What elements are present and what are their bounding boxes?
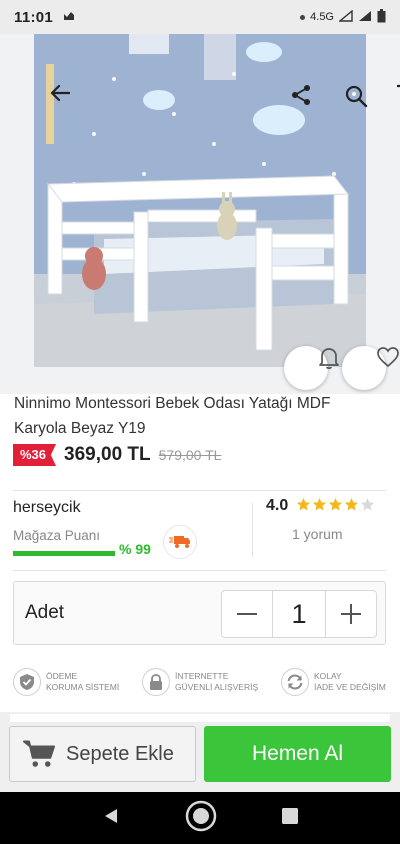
decrease-quantity-button[interactable] <box>222 591 272 637</box>
cart-icon <box>397 84 400 88</box>
notify-button[interactable] <box>284 346 339 390</box>
nav-back-button[interactable] <box>102 807 120 830</box>
buy-now-button[interactable]: Hemen Al <box>204 726 391 782</box>
badge-line1: KOLAY <box>314 671 342 681</box>
battery-icon <box>377 8 386 26</box>
payment-protection-badge: ÖDEME KORUMA SİSTEMİ <box>13 668 119 696</box>
status-icons: 4.5G <box>300 8 386 26</box>
search-button[interactable] <box>310 84 368 116</box>
fast-shipping-badge <box>163 525 197 559</box>
system-nav-bar <box>0 792 400 844</box>
cart-icon <box>23 740 55 767</box>
notification-icon <box>63 10 75 24</box>
product-title: Ninnimo Montessori Bebek Odası Yatağı MD… <box>14 395 331 437</box>
seller-name[interactable]: herseycik <box>13 499 81 517</box>
badge-line1: İNTERNETTE <box>175 671 229 681</box>
trust-badges: ÖDEME KORUMA SİSTEMİ İNTERNETTE GÜVENLİ … <box>13 668 393 702</box>
increase-quantity-button[interactable] <box>326 591 376 637</box>
home-circle-icon <box>185 800 217 831</box>
card-edge <box>10 714 390 722</box>
add-to-cart-label: Sepete Ekle <box>66 742 174 765</box>
star-filled-icon <box>344 497 359 511</box>
store-score-value: % 99 <box>119 541 151 557</box>
product-image[interactable] <box>0 34 400 394</box>
square-recents-icon <box>281 807 298 824</box>
quantity-stepper: 1 <box>221 590 377 638</box>
vertical-divider <box>252 503 253 557</box>
refresh-icon <box>281 668 309 696</box>
bell-icon <box>319 348 339 369</box>
plus-icon <box>341 604 361 624</box>
badge-line2: KORUMA SİSTEMİ <box>46 682 120 692</box>
share-button[interactable] <box>256 84 310 116</box>
quantity-section: Adet 1 <box>13 581 386 645</box>
quantity-value[interactable]: 1 <box>272 591 326 637</box>
lock-icon <box>142 668 170 696</box>
price-row: %36 369,00 TL 579,00 TL <box>13 444 221 466</box>
cart-nav-button[interactable] <box>362 84 400 116</box>
star-filled-icon <box>312 497 327 511</box>
rating-stars <box>296 497 375 512</box>
product-page: 11:01 4.5G Ninnimo Montessori Bebek Odas… <box>0 0 400 844</box>
network-label: 4.5G <box>310 11 334 23</box>
shield-check-icon <box>13 668 41 696</box>
star-empty-icon <box>360 497 375 511</box>
easy-return-badge: KOLAY İADE VE DEĞİŞİM <box>281 668 386 696</box>
truck-icon <box>169 536 190 548</box>
discount-badge: %36 <box>13 444 57 466</box>
badge-line2: GÜVENLİ ALIŞVERİŞ <box>175 682 259 692</box>
quantity-label: Adet <box>25 602 65 623</box>
nav-home-button[interactable] <box>185 800 217 837</box>
store-score-label: Mağaza Puanı <box>13 528 101 543</box>
add-to-cart-button[interactable]: Sepete Ekle <box>9 726 196 782</box>
review-count-link[interactable]: 1 yorum <box>292 526 343 542</box>
wifi-icon <box>338 9 353 25</box>
arrow-left-icon <box>50 84 70 102</box>
favorite-button[interactable] <box>342 346 399 390</box>
secure-shopping-badge: İNTERNETTE GÜVENLİ ALIŞVERİŞ <box>142 668 258 696</box>
divider <box>13 570 386 571</box>
top-nav <box>0 80 400 120</box>
store-score-bar <box>13 551 115 556</box>
status-time: 11:01 <box>14 8 54 26</box>
signal-icon <box>358 10 372 25</box>
buy-now-label: Hemen Al <box>251 742 344 765</box>
minus-icon <box>237 613 257 615</box>
current-price: 369,00 TL <box>64 444 151 465</box>
share-icon <box>292 85 310 105</box>
back-button[interactable] <box>16 84 70 116</box>
status-bar: 11:01 4.5G <box>0 0 400 34</box>
triangle-back-icon <box>105 808 118 823</box>
badge-line1: ÖDEME <box>46 671 78 681</box>
badge-line2: İADE VE DEĞİŞİM <box>314 682 386 692</box>
rating-value: 4.0 <box>266 497 289 514</box>
old-price: 579,00 TL <box>158 447 222 463</box>
divider <box>13 490 386 491</box>
dot-icon <box>300 14 306 20</box>
star-filled-icon <box>296 497 311 511</box>
nav-recents-button[interactable] <box>281 807 298 829</box>
heart-icon <box>377 347 399 368</box>
star-filled-icon <box>328 497 343 511</box>
